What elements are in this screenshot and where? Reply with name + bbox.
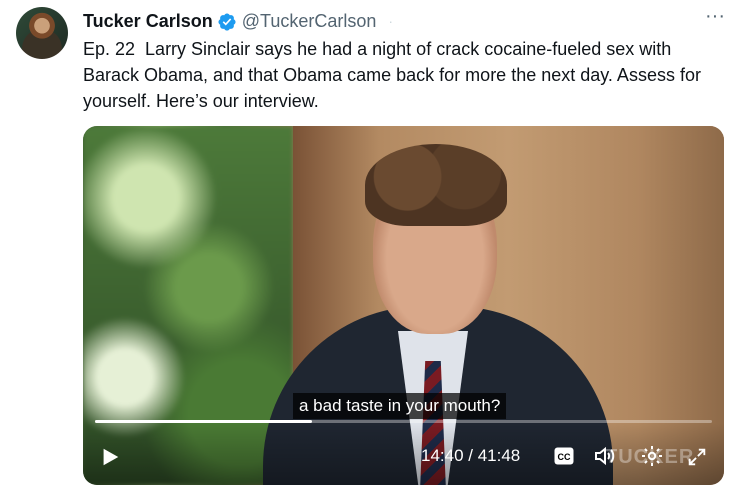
video-subject-hair (365, 144, 507, 226)
gear-icon[interactable] (640, 444, 664, 468)
video-caption: a bad taste in your mouth? (293, 393, 507, 419)
video-progress-bar[interactable] (95, 420, 712, 423)
avatar[interactable] (16, 7, 68, 59)
volume-icon[interactable] (593, 444, 617, 468)
video-time: 14:40 / 41:48 (421, 446, 521, 465)
author-name[interactable]: Tucker Carlson (83, 11, 213, 32)
tweet-header: Tucker Carlson @TuckerCarlson · ··· (83, 5, 725, 33)
verified-badge-icon (218, 12, 236, 31)
video-player[interactable]: a bad taste in your mouth? 14:40 / 41:48… (83, 126, 724, 485)
cc-label: CC (558, 452, 571, 462)
video-progress-fill (95, 420, 312, 423)
more-options-icon[interactable]: ··· (705, 5, 725, 28)
play-icon[interactable] (99, 446, 121, 468)
closed-captions-icon[interactable]: CC (554, 447, 574, 465)
tweet-text: Ep. 22 Larry Sinclair says he had a nigh… (83, 39, 706, 111)
header-separator: · (388, 13, 394, 29)
author-handle[interactable]: @TuckerCarlson (242, 11, 377, 32)
fullscreen-icon[interactable] (686, 446, 708, 468)
